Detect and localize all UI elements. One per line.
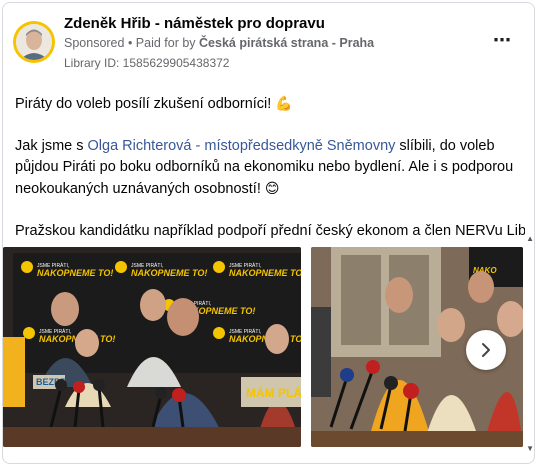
svg-text:MÁM PLÁN: MÁM PLÁN [246, 385, 301, 400]
post-paragraph-3: Pražskou kandidátku například podpoří př… [15, 223, 525, 239]
carousel-next-button[interactable] [466, 330, 506, 370]
post-paragraph-2: Jak jsme s Olga Richterová - místopředse… [15, 136, 525, 200]
mention-link[interactable]: Olga Richterová - místopředsedkyně Sněmo… [88, 138, 396, 154]
flexed-biceps-icon: 💪 [275, 95, 293, 111]
image-carousel: JSME PIRÁTI, NAKOPNEME TO! JSME PIRÁTI, … [3, 247, 534, 447]
sponsored-label[interactable]: Sponsored [64, 36, 124, 50]
scroll-up-arrow-icon[interactable]: ▲ [526, 234, 534, 243]
sponsored-meta: Sponsored • Paid for by Česká pirátská s… [64, 36, 374, 50]
page-avatar[interactable] [13, 21, 55, 63]
smiling-face-icon: 😊 [264, 180, 280, 196]
svg-text:NAKOPNEME TO!: NAKOPNEME TO! [37, 268, 113, 278]
paragraph-2-before: Jak jsme s [15, 138, 88, 154]
post-body: Piráty do voleb posílí zkušení odborníci… [15, 93, 525, 242]
more-options-icon[interactable]: ⋯ [493, 31, 512, 49]
paid-for-by-link[interactable]: Česká pirátská strana - Praha [199, 36, 374, 50]
library-id: Library ID: 1585629905438372 [64, 56, 230, 70]
svg-text:NAKOPNEME TO!: NAKOPNEME TO! [229, 268, 301, 278]
ad-post-card: Zdeněk Hřib - náměstek pro dopravu Spons… [2, 2, 535, 464]
svg-text:NAKOPNEME TO!: NAKOPNEME TO! [131, 268, 207, 278]
avatar-photo [16, 24, 52, 60]
post-paragraph-1: Piráty do voleb posílí zkušení odborníci… [15, 93, 525, 115]
page-name-link[interactable]: Zdeněk Hřib - náměstek pro dopravu [64, 15, 325, 32]
paragraph-1-text: Piráty do voleb posílí zkušení odborníci… [15, 96, 276, 112]
paid-for-prefix: Paid for by [135, 36, 200, 50]
chevron-right-icon [482, 343, 490, 357]
scroll-down-arrow-icon[interactable]: ▼ [526, 444, 534, 453]
carousel-photo-1[interactable]: JSME PIRÁTI, NAKOPNEME TO! JSME PIRÁTI, … [3, 247, 301, 447]
meta-separator: • [124, 36, 136, 50]
